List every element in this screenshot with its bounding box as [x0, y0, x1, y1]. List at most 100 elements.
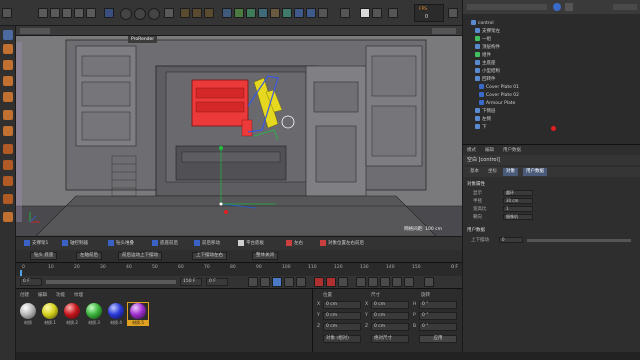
scale-icon[interactable]: [62, 8, 72, 18]
param-key-icon[interactable]: [392, 277, 402, 287]
filter-icon[interactable]: [565, 3, 573, 11]
polygons-mode-icon[interactable]: [3, 92, 13, 102]
mat-menu-texture[interactable]: 纹理: [74, 292, 83, 298]
play-icon[interactable]: [272, 277, 282, 287]
object-row[interactable]: 顶层构件: [475, 44, 635, 52]
position-y-field[interactable]: 0 cm: [323, 312, 361, 320]
prev-key-icon[interactable]: [260, 277, 270, 287]
3d-viewport[interactable]: ProRender 网格间距: 100 cm: [16, 36, 462, 236]
apply-button[interactable]: 应用: [419, 335, 457, 343]
texture-mode-icon[interactable]: [3, 44, 13, 54]
object-row[interactable]: 小型结构: [475, 68, 635, 76]
autokey-icon[interactable]: [326, 277, 336, 287]
position-x-field[interactable]: 0 cm: [323, 301, 361, 309]
camera-icon[interactable]: [294, 8, 304, 18]
layer-tab[interactable]: 左右: [284, 239, 305, 249]
size-mode-select[interactable]: 绝对尺寸: [371, 335, 409, 343]
array-icon[interactable]: [258, 8, 268, 18]
object-manager-menu-items[interactable]: [467, 4, 547, 10]
make-editable-icon[interactable]: [3, 30, 13, 40]
layer-tab[interactable]: 钻头堆叠: [106, 239, 136, 249]
mat-menu-create[interactable]: 创建: [20, 292, 29, 298]
object-row[interactable]: 左侧: [475, 116, 635, 124]
workplane-icon[interactable]: [360, 8, 370, 18]
next-key-icon[interactable]: [284, 277, 294, 287]
preview-frame-field[interactable]: 0 F: [206, 278, 228, 286]
size-x-field[interactable]: 0 cm: [371, 301, 409, 309]
layout-switch-icon[interactable]: [448, 8, 458, 18]
record-icon[interactable]: [314, 277, 324, 287]
start-frame-field[interactable]: 0 F: [20, 278, 42, 286]
soft-selection-icon[interactable]: [3, 194, 13, 204]
position-key-icon[interactable]: [356, 277, 366, 287]
coordinate-system-icon[interactable]: [164, 8, 174, 18]
paint-icon[interactable]: [3, 212, 13, 222]
frame-range-slider[interactable]: [46, 280, 176, 284]
snapping-icon[interactable]: [3, 144, 13, 154]
selection-set-pill[interactable]: 钻头 底座: [30, 252, 58, 260]
aspect-ratio-field[interactable]: 1: [503, 206, 533, 212]
recent-tools-icon[interactable]: [86, 8, 96, 18]
move-icon[interactable]: [50, 8, 60, 18]
radius-field[interactable]: 30 cm: [503, 198, 533, 204]
render-settings-icon[interactable]: [204, 8, 214, 18]
layer-tab[interactable]: 平台底板: [236, 239, 266, 249]
mat-menu-function[interactable]: 功能: [56, 292, 65, 298]
undo-icon[interactable]: [2, 8, 12, 18]
material-swatch[interactable]: 材质.2: [62, 303, 82, 325]
grid-icon[interactable]: [372, 8, 382, 18]
material-swatch-selected[interactable]: 材质.5: [127, 302, 149, 326]
mat-menu-edit[interactable]: 编辑: [38, 292, 47, 298]
material-swatch[interactable]: 材质.1: [40, 303, 60, 325]
points-mode-icon[interactable]: [3, 60, 13, 70]
attr-tab-userdata[interactable]: 用户数据: [523, 168, 547, 176]
floor-icon[interactable]: [282, 8, 292, 18]
cube-icon[interactable]: [222, 8, 232, 18]
size-y-field[interactable]: 0 cm: [371, 312, 409, 320]
object-row[interactable]: 一组: [475, 36, 635, 44]
x-axis-lock-icon[interactable]: [120, 8, 132, 20]
swing-value-field[interactable]: 0: [499, 237, 523, 243]
rotation-key-icon[interactable]: [380, 277, 390, 287]
z-axis-lock-icon[interactable]: [148, 8, 160, 20]
lock-workplane-icon[interactable]: [3, 160, 13, 170]
rotation-b-field[interactable]: 0 °: [419, 323, 457, 331]
object-row[interactable]: 下侧层: [475, 108, 635, 116]
search-icon[interactable]: [553, 3, 561, 11]
pla-key-icon[interactable]: [404, 277, 414, 287]
model-mode-icon[interactable]: [104, 8, 114, 18]
end-frame-field[interactable]: 150 F: [180, 278, 202, 286]
attr-menu-mode[interactable]: 模式: [467, 147, 476, 153]
deformer-icon[interactable]: [270, 8, 280, 18]
attr-tab-coords[interactable]: 坐标: [485, 168, 500, 176]
goto-start-icon[interactable]: [248, 277, 258, 287]
selection-set-pill[interactable]: 上下摆动左右: [192, 252, 227, 260]
object-row[interactable]: 支撑架左: [475, 28, 635, 36]
position-z-field[interactable]: 0 cm: [323, 323, 361, 331]
object-row[interactable]: 主底座: [475, 60, 635, 68]
material-swatch[interactable]: 材质.4: [106, 303, 126, 325]
rotate-icon[interactable]: [74, 8, 84, 18]
rotation-p-field[interactable]: 0 °: [419, 312, 457, 320]
axis-mode-icon[interactable]: [3, 110, 13, 120]
viewport-menu-items[interactable]: [20, 28, 50, 34]
attr-menu-edit[interactable]: 编辑: [485, 147, 494, 153]
material-swatch[interactable]: 材质.3: [84, 303, 104, 325]
layer-tab[interactable]: 对象位置左右前后: [318, 239, 366, 249]
material-tag-icon[interactable]: [551, 126, 556, 131]
selection-set-pill[interactable]: 左轴前后: [76, 252, 102, 260]
light-icon[interactable]: [306, 8, 316, 18]
orientation-select[interactable]: 摄像机: [503, 214, 533, 220]
object-row[interactable]: 组件: [475, 52, 635, 60]
snap-icon[interactable]: [340, 8, 350, 18]
edges-mode-icon[interactable]: [3, 76, 13, 86]
display-select[interactable]: 圆环: [503, 190, 533, 196]
layer-tab[interactable]: 支撑架1: [22, 239, 50, 249]
y-axis-lock-icon[interactable]: [134, 8, 146, 20]
tags-icon[interactable]: [318, 8, 328, 18]
selection-set-pill[interactable]: 整体关闭: [252, 252, 278, 260]
attr-menu-userdata[interactable]: 用户数据: [503, 147, 521, 153]
object-mode-icon[interactable]: [3, 126, 13, 136]
layout-icon[interactable]: [388, 8, 398, 18]
window-controls[interactable]: [613, 4, 637, 10]
